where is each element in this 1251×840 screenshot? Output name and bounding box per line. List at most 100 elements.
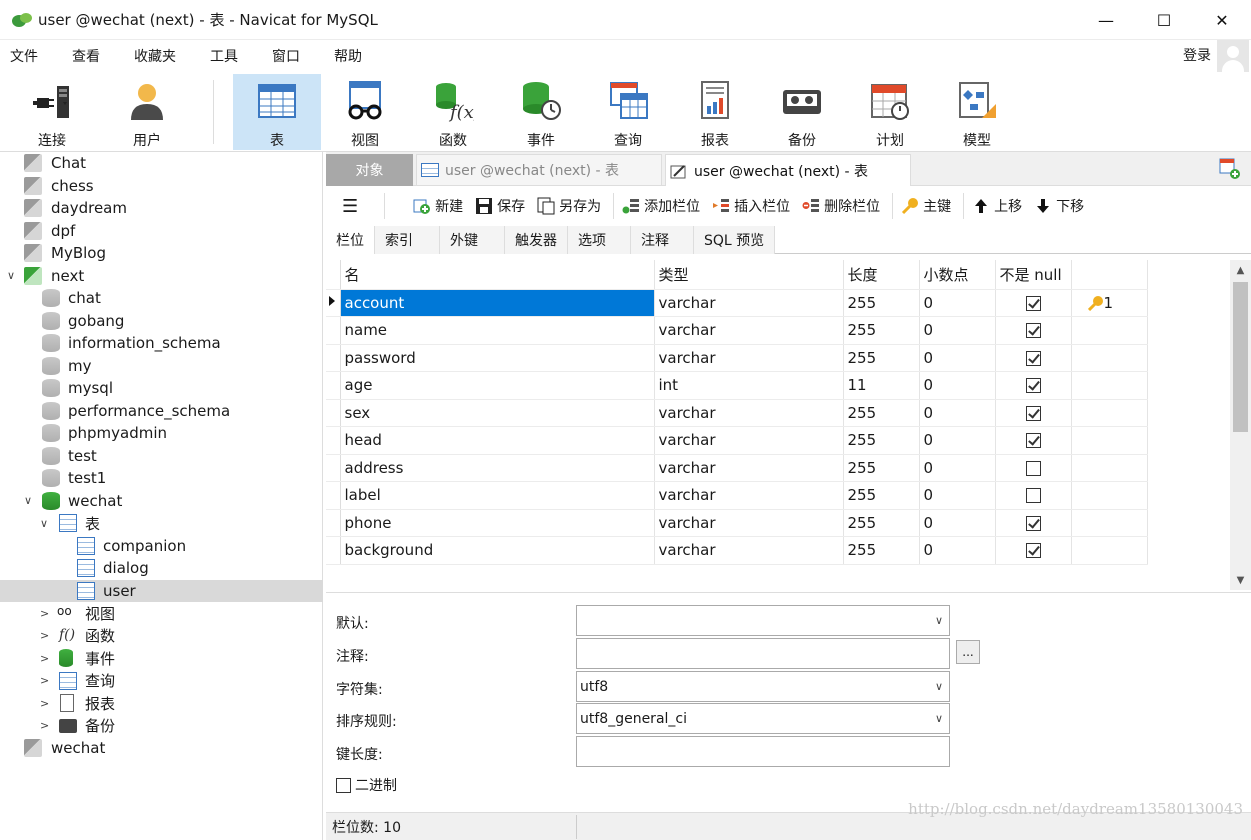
field-decimals-cell[interactable]: 0: [919, 509, 996, 537]
not-null-checkbox-cell[interactable]: [995, 454, 1072, 482]
save-button[interactable]: 保存: [475, 196, 525, 216]
toolbar-report-button[interactable]: 报表: [671, 74, 759, 150]
tree-db-my[interactable]: my: [0, 355, 323, 377]
tree-db-test[interactable]: test: [0, 445, 323, 467]
table-row[interactable]: phone varchar 255 0: [326, 509, 1148, 537]
field-type-cell[interactable]: varchar: [654, 399, 844, 427]
subtab-comment[interactable]: 注释: [631, 226, 694, 254]
insert-field-button[interactable]: 插入栏位: [712, 196, 790, 216]
tree-db-information-schema[interactable]: information_schema: [0, 332, 323, 354]
tree-conn-chat[interactable]: Chat: [0, 152, 323, 174]
key-cell[interactable]: [1071, 316, 1148, 345]
field-name-cell[interactable]: phone: [340, 509, 655, 537]
field-name-cell[interactable]: label: [340, 481, 655, 510]
toolbar-event-button[interactable]: 事件: [497, 74, 585, 150]
tree-folder-backups[interactable]: > 备份: [0, 715, 323, 737]
table-row[interactable]: age int 11 0: [326, 371, 1148, 400]
tree-conn-chess[interactable]: chess: [0, 175, 323, 197]
menu-file[interactable]: 文件: [0, 46, 48, 66]
subtab-triggers[interactable]: 触发器: [505, 226, 568, 254]
chevron-down-icon[interactable]: ∨: [935, 712, 943, 725]
table-row[interactable]: address varchar 255 0: [326, 454, 1148, 482]
scroll-down-icon[interactable]: ▼: [1230, 570, 1251, 590]
not-null-checkbox[interactable]: [1025, 543, 1041, 559]
field-name-cell[interactable]: address: [340, 454, 655, 482]
tree-folder-functions[interactable]: > f() 函数: [0, 625, 323, 647]
maximize-button[interactable]: ☐: [1135, 0, 1193, 40]
field-type-cell[interactable]: varchar: [654, 509, 844, 537]
chevron-right-icon[interactable]: >: [40, 607, 49, 620]
binary-checkbox-row[interactable]: 二进制: [336, 775, 397, 795]
menu-tools[interactable]: 工具: [200, 46, 248, 66]
tree-conn-daydream[interactable]: daydream: [0, 197, 323, 219]
not-null-checkbox-cell[interactable]: [995, 481, 1072, 510]
tree-table-user[interactable]: user: [0, 579, 323, 602]
tree-folder-reports[interactable]: > 报表: [0, 692, 323, 714]
hamburger-menu-icon[interactable]: ☰: [342, 196, 358, 217]
field-name-cell[interactable]: password: [340, 344, 655, 372]
field-decimals-cell[interactable]: 0: [919, 481, 996, 510]
field-name-cell[interactable]: account: [340, 289, 655, 317]
chevron-right-icon[interactable]: >: [40, 697, 49, 710]
field-length-cell[interactable]: 11: [843, 371, 920, 400]
binary-checkbox[interactable]: [336, 777, 351, 793]
toolbar-schedule-button[interactable]: 计划: [846, 74, 934, 150]
key-cell[interactable]: [1071, 399, 1148, 427]
menu-help[interactable]: 帮助: [324, 46, 372, 66]
table-row[interactable]: head varchar 255 0: [326, 426, 1148, 455]
new-button[interactable]: 新建: [413, 196, 463, 216]
tab-objects[interactable]: 对象: [326, 154, 413, 186]
field-length-cell[interactable]: 255: [843, 344, 920, 372]
field-type-cell[interactable]: varchar: [654, 289, 844, 317]
subtab-sql-preview[interactable]: SQL 预览: [694, 226, 776, 254]
login-link[interactable]: 登录: [1183, 45, 1211, 65]
chevron-right-icon[interactable]: >: [40, 652, 49, 665]
field-length-cell[interactable]: 255: [843, 536, 920, 565]
field-decimals-cell[interactable]: 0: [919, 536, 996, 565]
field-length-cell[interactable]: 255: [843, 399, 920, 427]
primary-key-button[interactable]: 主键: [901, 196, 951, 216]
field-decimals-cell[interactable]: 0: [919, 454, 996, 482]
not-null-checkbox-cell[interactable]: [995, 426, 1072, 455]
tree-conn-myblog[interactable]: MyBlog: [0, 242, 323, 264]
table-row[interactable]: label varchar 255 0: [326, 481, 1148, 510]
subtab-indexes[interactable]: 索引: [375, 226, 440, 254]
grid-vertical-scrollbar[interactable]: ▲ ▼: [1230, 260, 1251, 590]
minimize-button[interactable]: —: [1077, 0, 1135, 40]
toolbar-user-button[interactable]: 用户: [103, 74, 191, 150]
tree-db-gobang[interactable]: gobang: [0, 310, 323, 332]
chevron-down-icon[interactable]: ∨: [935, 680, 943, 693]
subtab-foreign-keys[interactable]: 外键: [440, 226, 505, 254]
tree-conn-next[interactable]: ∨ next: [0, 265, 323, 287]
toolbar-table-button[interactable]: 表: [233, 74, 321, 150]
chevron-down-icon[interactable]: ∨: [40, 517, 48, 530]
key-cell[interactable]: [1071, 536, 1148, 565]
not-null-checkbox[interactable]: [1025, 295, 1041, 311]
chevron-down-icon[interactable]: ∨: [7, 269, 15, 282]
not-null-checkbox[interactable]: [1025, 323, 1041, 339]
not-null-checkbox[interactable]: [1025, 433, 1041, 449]
field-length-cell[interactable]: 255: [843, 289, 920, 317]
field-length-cell[interactable]: 255: [843, 454, 920, 482]
header-decimals[interactable]: 小数点: [919, 260, 996, 290]
tree-db-wechat[interactable]: ∨ wechat: [0, 490, 323, 512]
field-type-cell[interactable]: varchar: [654, 454, 844, 482]
header-key[interactable]: [1071, 260, 1148, 290]
collation-select[interactable]: utf8_general_ci ∨: [576, 703, 950, 734]
not-null-checkbox-cell[interactable]: [995, 536, 1072, 565]
scrollbar-thumb[interactable]: [1233, 282, 1248, 432]
charset-select[interactable]: utf8 ∨: [576, 671, 950, 702]
not-null-checkbox-cell[interactable]: [995, 289, 1072, 317]
tree-folder-views[interactable]: > oo 视图: [0, 602, 323, 624]
field-type-cell[interactable]: varchar: [654, 344, 844, 372]
menu-window[interactable]: 窗口: [262, 46, 310, 66]
chevron-down-icon[interactable]: ∨: [24, 494, 32, 507]
field-decimals-cell[interactable]: 0: [919, 426, 996, 455]
toolbar-connect-button[interactable]: 连接: [8, 74, 96, 150]
key-cell[interactable]: 1: [1071, 289, 1148, 317]
not-null-checkbox-cell[interactable]: [995, 316, 1072, 345]
avatar-icon[interactable]: [1217, 40, 1249, 72]
not-null-checkbox[interactable]: [1025, 460, 1041, 476]
chevron-right-icon[interactable]: >: [40, 629, 49, 642]
save-as-button[interactable]: 另存为: [537, 196, 601, 216]
